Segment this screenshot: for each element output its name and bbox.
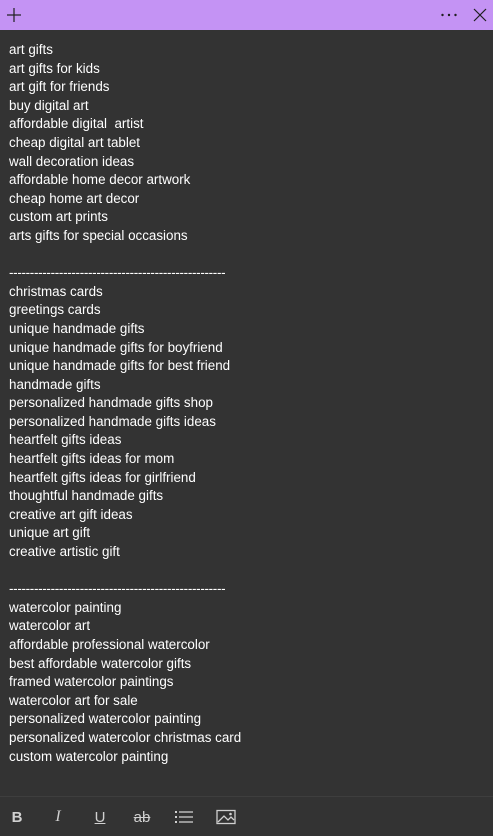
separator-line: ----------------------------------------… xyxy=(9,581,226,597)
note-line: custom art prints xyxy=(9,209,108,225)
note-line: arts gifts for special occasions xyxy=(9,227,188,243)
separator-line: ----------------------------------------… xyxy=(9,265,226,281)
note-line: greetings cards xyxy=(9,302,101,318)
note-line: personalized watercolor christmas card xyxy=(9,729,242,745)
note-line: personalized handmade gifts shop xyxy=(9,395,213,411)
note-line: art gift for friends xyxy=(9,79,110,95)
bold-button[interactable]: B xyxy=(5,805,29,829)
italic-button[interactable]: I xyxy=(46,805,70,829)
note-line: affordable home decor artwork xyxy=(9,172,191,188)
sticky-note-window: art gifts art gifts for kids art gift for … xyxy=(0,0,493,836)
strikethrough-button[interactable]: ab xyxy=(130,805,154,829)
note-line: wall decoration ideas xyxy=(9,153,135,169)
note-line: custom watercolor painting xyxy=(9,748,169,764)
note-line: affordable professional watercolor xyxy=(9,637,210,652)
note-line: heartfelt gifts ideas xyxy=(9,432,122,448)
note-line: heartfelt gifts ideas for mom xyxy=(9,451,175,467)
note-line: personalized handmade gifts ideas xyxy=(9,413,216,429)
note-line: thoughtful handmade gifts xyxy=(9,488,164,504)
note-line: unique art gift xyxy=(9,525,91,541)
resize-grip[interactable] xyxy=(453,832,493,836)
note-line: best affordable watercolor gifts xyxy=(9,655,192,671)
note-line: creative artistic gift xyxy=(9,544,120,560)
bullet-list-icon xyxy=(175,811,193,823)
note-line: christmas cards xyxy=(9,283,103,299)
note-line: framed watercolor paintings xyxy=(9,674,174,690)
note-line: art gifts for kids xyxy=(9,60,100,76)
plus-icon xyxy=(7,8,21,22)
italic-icon: I xyxy=(55,808,61,825)
note-line: unique handmade gifts for boyfriend xyxy=(9,339,223,355)
new-note-button[interactable] xyxy=(0,0,28,30)
note-line: art gifts xyxy=(9,42,53,57)
underline-button[interactable]: U xyxy=(88,805,112,829)
note-line: cheap home art decor xyxy=(9,190,140,206)
note-line: unique handmade gifts for best friend xyxy=(9,358,231,374)
title-bar[interactable] xyxy=(0,0,493,30)
note-line: creative art gift ideas xyxy=(9,506,133,522)
note-line: personalized watercolor painting xyxy=(9,711,202,727)
image-icon xyxy=(216,809,236,825)
formatting-toolbar: B I U ab xyxy=(0,796,493,836)
close-icon xyxy=(473,8,486,22)
note-line: watercolor art xyxy=(9,618,91,634)
note-line: unique handmade gifts xyxy=(9,320,145,336)
insert-image-button[interactable] xyxy=(214,805,238,829)
note-line: cheap digital art tablet xyxy=(9,134,141,150)
note-text-area[interactable]: art gifts art gifts for kids art gift for … xyxy=(9,41,479,766)
note-line: handmade gifts xyxy=(9,376,101,392)
menu-button[interactable] xyxy=(434,0,464,30)
ellipsis-icon xyxy=(441,13,457,17)
underline-icon: U xyxy=(94,808,106,826)
bullet-list-button[interactable] xyxy=(172,805,196,829)
strikethrough-icon: ab xyxy=(133,808,151,826)
note-line: buy digital art xyxy=(9,97,89,113)
note-line: affordable digital artist xyxy=(9,116,144,132)
bold-icon: B xyxy=(11,808,23,826)
note-line: watercolor art for sale xyxy=(9,692,138,708)
close-button[interactable] xyxy=(466,0,493,30)
note-line: heartfelt gifts ideas for girlfriend xyxy=(9,469,196,485)
note-line: watercolor painting xyxy=(9,599,122,615)
